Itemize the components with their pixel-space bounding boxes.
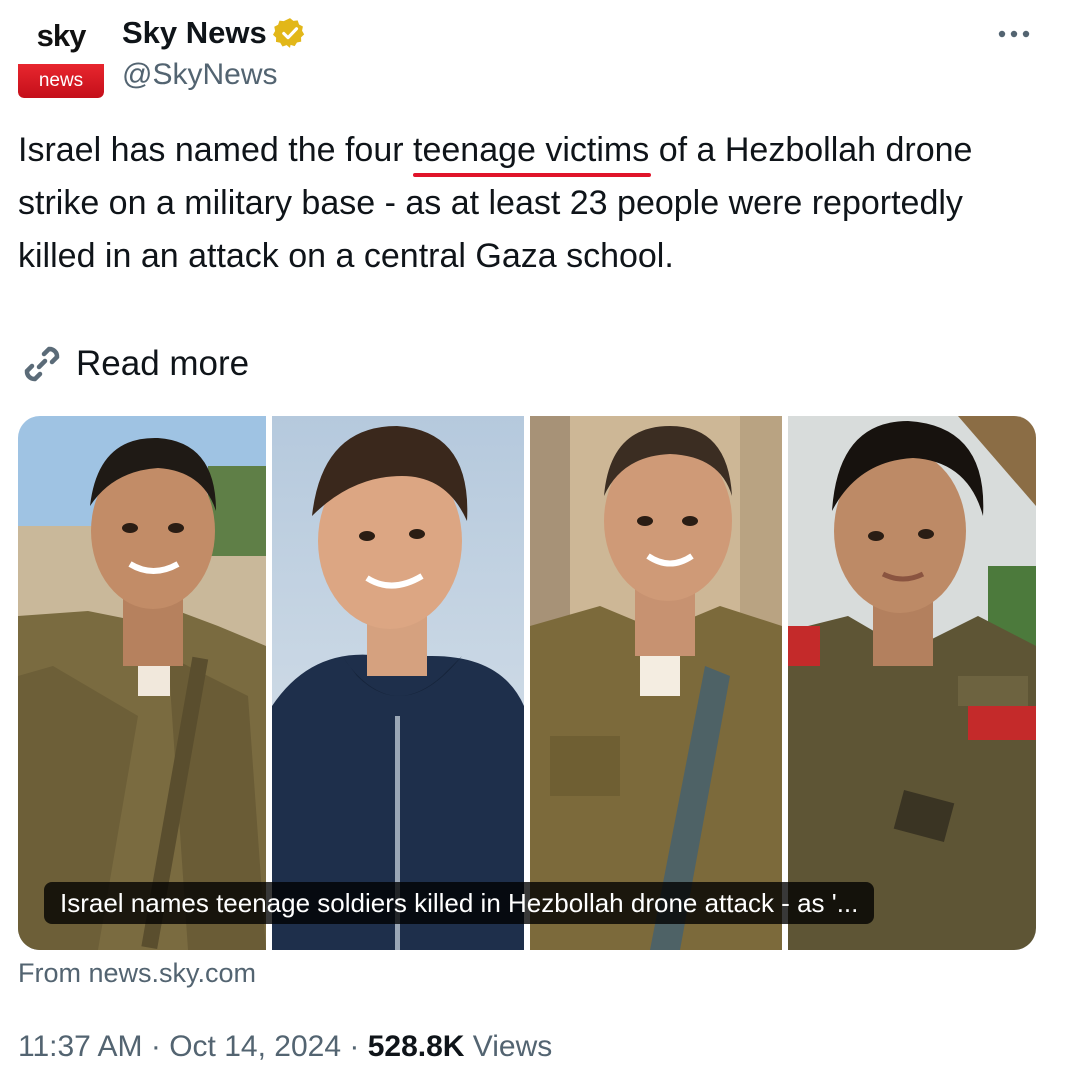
link-icon [24, 346, 60, 382]
link-preview-card[interactable]: Israel names teenage soldiers killed in … [18, 416, 1036, 950]
display-name-row: Sky News [122, 12, 307, 54]
highlighted-text: teenage victims [413, 131, 650, 169]
tweet-text: Israel has named the four teenage victim… [18, 124, 1028, 283]
tweet-date[interactable]: Oct 14, 2024 [169, 1030, 341, 1063]
display-name[interactable]: Sky News [122, 15, 267, 51]
views-count: 528.8K [367, 1030, 465, 1063]
handle[interactable]: @SkyNews [122, 58, 307, 92]
tweet: sky news Sky News @SkyNews Israel has na… [0, 0, 1070, 1081]
sky-news-avatar[interactable]: sky news [18, 14, 104, 98]
tweet-text-start: Israel has named the four [18, 131, 414, 169]
soldier-photo-1 [18, 416, 266, 950]
more-button[interactable] [994, 14, 1034, 54]
red-underline [413, 173, 652, 177]
soldier-photo-2 [272, 416, 524, 950]
meta-separator-2: · [349, 1030, 360, 1063]
author-info: Sky News @SkyNews [122, 12, 307, 92]
tweet-time[interactable]: 11:37 AM [18, 1030, 143, 1063]
logo-news-text: news [18, 64, 104, 98]
tweet-meta: 11:37 AM · Oct 14, 2024 · 528.8K Views [18, 1030, 552, 1064]
views-label: Views [472, 1030, 553, 1063]
soldier-photo-4 [788, 416, 1036, 950]
read-more-link[interactable]: Read more [18, 340, 249, 388]
more-icon [998, 30, 1030, 38]
read-more-label: Read more [76, 344, 250, 383]
card-source[interactable]: From news.sky.com [18, 958, 256, 989]
logo-sky-text: sky [36, 18, 87, 53]
meta-separator: · [150, 1030, 161, 1063]
highlighted-phrase: teenage victims [413, 131, 652, 177]
soldier-photo-3 [530, 416, 782, 950]
verified-badge-icon [272, 18, 304, 48]
card-caption: Israel names teenage soldiers killed in … [44, 882, 875, 924]
